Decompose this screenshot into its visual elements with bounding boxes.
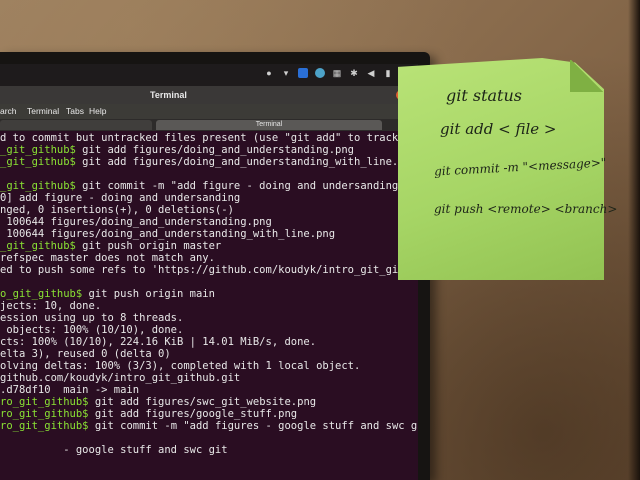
terminal-text: 100644 figures/doing_and_understanding.p… (0, 216, 272, 228)
terminal-line: cts: 100% (10/10), 224.16 KiB | 14.01 Mi… (0, 336, 418, 348)
terminal-line: o_git_github$ git push origin main (0, 288, 418, 300)
terminal-line: d to commit but untracked files present … (0, 132, 418, 144)
tab-bar: Terminal (0, 119, 418, 131)
accessibility-icon[interactable]: ● (264, 68, 274, 78)
note-line-git-push: git push <remote> <branch> (434, 202, 618, 216)
terminal-line: _git_github$ git add figures/doing_and_u… (0, 144, 418, 156)
menu-bar: arch Terminal Tabs Help (0, 104, 418, 119)
terminal-line: ro_git_github$ git add figures/swc_git_w… (0, 396, 418, 408)
terminal-text: git add figures/google_stuff.png (88, 408, 298, 420)
terminal-text: git push origin main (82, 288, 215, 300)
terminal-text: .d78df10 main -> main (0, 384, 140, 396)
terminal-text: olving deltas: 100% (3/3), completed wit… (0, 360, 361, 372)
volume-icon[interactable]: ◀ (366, 68, 376, 78)
terminal-text: refspec master does not match any. (0, 252, 215, 264)
terminal-text: github.com/koudyk/intro_git_github.git (0, 372, 241, 384)
system-tray: ● ▾ ▦ ✱ ◀ ▮ ▾ (264, 68, 410, 78)
terminal-prompt: ro_git_github$ (0, 420, 89, 432)
terminal-text: nged, 0 insertions(+), 0 deletions(-) (0, 204, 234, 216)
terminal-text: elta 3), reused 0 (delta 0) (0, 348, 171, 360)
terminal-text: objects: 100% (10/10), done. (0, 324, 184, 336)
terminal-prompt: ro_git_github$ (0, 396, 89, 408)
terminal-line: olving deltas: 100% (3/3), completed wit… (0, 360, 418, 372)
screen: ● ▾ ▦ ✱ ◀ ▮ ▾ Terminal × arch Terminal T… (0, 64, 418, 480)
app-indicator-icon[interactable] (298, 68, 308, 78)
terminal-output[interactable]: d to commit but untracked files present … (0, 132, 418, 480)
terminal-line: 100644 figures/doing_and_understanding.p… (0, 216, 418, 228)
bluetooth-icon[interactable]: ✱ (349, 68, 359, 78)
terminal-text: cts: 100% (10/10), 224.16 KiB | 14.01 Mi… (0, 336, 317, 348)
terminal-line: _git_github$ git push origin master (0, 240, 418, 252)
terminal-text: jects: 10, done. (0, 300, 102, 312)
terminal-line: - google stuff and swc git (0, 444, 418, 456)
window-title: Terminal (150, 90, 187, 100)
terminal-line: ession using up to 8 threads. (0, 312, 418, 324)
system-top-bar: ● ▾ ▦ ✱ ◀ ▮ ▾ (0, 64, 418, 86)
tab-first[interactable] (0, 120, 152, 130)
terminal-line: ro_git_github$ git commit -m "add figure… (0, 420, 418, 432)
terminal-text: - google stuff and swc git (0, 444, 228, 456)
sticky-note-fold (570, 60, 604, 92)
terminal-line: 0] add figure - doing and undersanding (0, 192, 418, 204)
window-title-bar[interactable]: Terminal × (0, 86, 418, 104)
network-icon[interactable]: ▦ (332, 68, 342, 78)
chevron-down-icon[interactable]: ▾ (281, 68, 291, 78)
terminal-text: git add figures/doing_and_understanding.… (75, 144, 355, 156)
terminal-line: refspec master does not match any. (0, 252, 418, 264)
terminal-text: git push origin master (75, 240, 222, 252)
note-line-git-add: git add < file > (440, 120, 557, 138)
dark-edge-shadow (628, 0, 640, 480)
terminal-line: ro_git_github$ git add figures/google_st… (0, 408, 418, 420)
terminal-prompt: _git_github$ (0, 240, 76, 252)
terminal-text: git commit -m "add figure - doing and un… (75, 180, 405, 192)
terminal-text: git commit -m "add figures - google stuf… (88, 420, 418, 432)
battery-icon[interactable]: ▮ (383, 68, 393, 78)
menu-search[interactable]: arch (0, 106, 17, 116)
terminal-line: objects: 100% (10/10), done. (0, 324, 418, 336)
note-line-git-status: git status (446, 86, 522, 105)
menu-help[interactable]: Help (89, 106, 106, 116)
terminal-line: ed to push some refs to 'https://github.… (0, 264, 418, 276)
terminal-prompt: o_git_github$ (0, 288, 83, 300)
terminal-line: 100644 figures/doing_and_understanding_w… (0, 228, 418, 240)
terminal-text: d to commit but untracked files present … (0, 132, 405, 144)
terminal-text: git add figures/swc_git_website.png (88, 396, 317, 408)
terminal-line: github.com/koudyk/intro_git_github.git (0, 372, 418, 384)
terminal-prompt: _git_github$ (0, 156, 76, 168)
terminal-text: 0] add figure - doing and undersanding (0, 192, 241, 204)
menu-terminal[interactable]: Terminal (27, 106, 59, 116)
terminal-line: _git_github$ git commit -m "add figure -… (0, 180, 418, 192)
steam-icon[interactable] (315, 68, 325, 78)
terminal-line: elta 3), reused 0 (delta 0) (0, 348, 418, 360)
terminal-text: ession using up to 8 threads. (0, 312, 184, 324)
terminal-prompt: _git_github$ (0, 180, 76, 192)
terminal-line: jects: 10, done. (0, 300, 418, 312)
tab-terminal[interactable]: Terminal (156, 120, 382, 130)
monitor: ● ▾ ▦ ✱ ◀ ▮ ▾ Terminal × arch Terminal T… (0, 52, 430, 480)
terminal-line: .d78df10 main -> main (0, 384, 418, 396)
terminal-text: 100644 figures/doing_and_understanding_w… (0, 228, 336, 240)
terminal-text: ed to push some refs to 'https://github.… (0, 264, 411, 276)
terminal-prompt: ro_git_github$ (0, 408, 89, 420)
terminal-line: _git_github$ git add figures/doing_and_u… (0, 156, 418, 168)
terminal-text: git add figures/doing_and_understanding_… (75, 156, 405, 168)
menu-tabs[interactable]: Tabs (66, 106, 84, 116)
terminal-prompt: _git_github$ (0, 144, 76, 156)
terminal-line: nged, 0 insertions(+), 0 deletions(-) (0, 204, 418, 216)
